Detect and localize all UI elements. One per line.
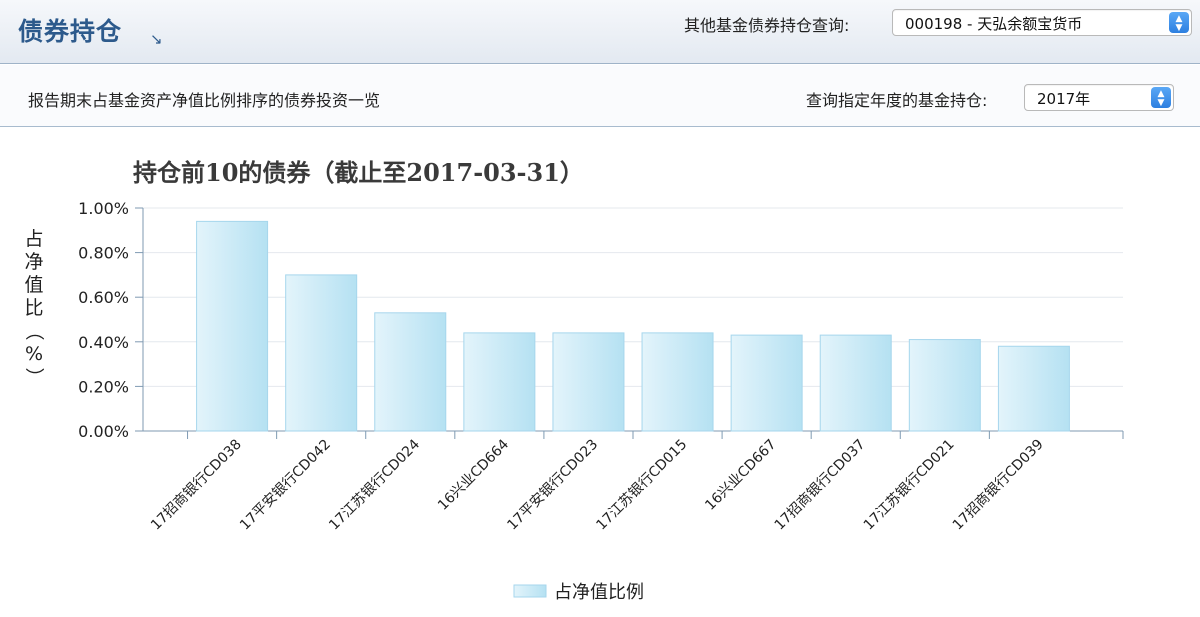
y-tick-label: 0.20%	[78, 377, 129, 396]
y-tick-label: 0.60%	[78, 288, 129, 307]
table-description: 报告期末占基金资产净值比例排序的债券投资一览	[28, 91, 381, 110]
y-tick-label: 0.00%	[78, 422, 129, 441]
y-axis-label-char: 比	[24, 297, 43, 319]
x-tick-label: 17招商银行CD038	[148, 437, 245, 534]
year-select[interactable]: 2017年 ▲ ▼	[1024, 84, 1174, 111]
fund-select-value: 000198 - 天弘余额宝货币	[905, 15, 1083, 33]
y-axis-label-char: （	[23, 321, 45, 340]
bond-holdings-chart: 持仓前10的债券（截止至2017-03-31） 占净值比 （% ） 0.00% 0.2…	[23, 158, 1124, 603]
bar-1[interactable]	[196, 220, 269, 432]
x-tick-label: 17江苏银行CD015	[593, 437, 690, 534]
bar-4[interactable]	[463, 332, 536, 432]
x-tick-label: 17平安银行CD023	[504, 437, 601, 534]
fund-query-label: 其他基金债券持仓查询:	[684, 16, 850, 35]
select-stepper-icon: ▲ ▼	[1169, 12, 1189, 33]
bar-9[interactable]	[908, 339, 981, 432]
y-tick-label: 0.40%	[78, 333, 129, 352]
bar-7[interactable]	[730, 334, 803, 432]
bar-8[interactable]	[819, 334, 892, 432]
y-axis-label-char: %	[25, 343, 43, 365]
select-stepper-icon: ▲ ▼	[1151, 87, 1171, 108]
y-tick-label: 0.80%	[78, 244, 129, 263]
bar-5[interactable]	[552, 332, 625, 432]
bar-10[interactable]	[997, 345, 1070, 432]
x-tick-label: 17平安银行CD042	[237, 437, 334, 534]
x-tick-label: 17招商银行CD039	[950, 437, 1047, 534]
x-tick-label: 16兴业CD667	[702, 437, 779, 514]
fund-select[interactable]: 000198 - 天弘余额宝货币 ▲ ▼	[892, 9, 1192, 36]
y-axis-label-char: 净	[24, 251, 43, 273]
y-axis-label-char: 占	[24, 228, 43, 250]
x-tick-label: 17江苏银行CD021	[861, 437, 958, 534]
bar-6[interactable]	[641, 332, 714, 432]
legend-swatch[interactable]	[513, 584, 547, 598]
expand-arrow-icon[interactable]: ↘	[150, 30, 163, 48]
year-query-label: 查询指定年度的基金持仓:	[806, 91, 988, 110]
chart-title: 持仓前10的债券（截止至2017-03-31）	[133, 158, 584, 187]
bar-3[interactable]	[374, 312, 447, 432]
legend-label[interactable]: 占净值比例	[554, 582, 644, 603]
y-axis-label-char: 值	[24, 274, 43, 296]
x-tick-label: 17招商银行CD037	[772, 437, 869, 534]
bar-2[interactable]	[285, 274, 358, 432]
y-axis-label-char: ）	[23, 367, 45, 386]
year-select-value: 2017年	[1037, 90, 1091, 108]
x-tick-label: 17江苏银行CD024	[326, 436, 423, 533]
page-title: 债券持仓	[18, 17, 123, 46]
x-tick-label: 16兴业CD664	[435, 436, 512, 513]
y-axis-label: 占净值比 （% ）	[23, 228, 45, 387]
y-tick-label: 1.00%	[78, 199, 129, 218]
